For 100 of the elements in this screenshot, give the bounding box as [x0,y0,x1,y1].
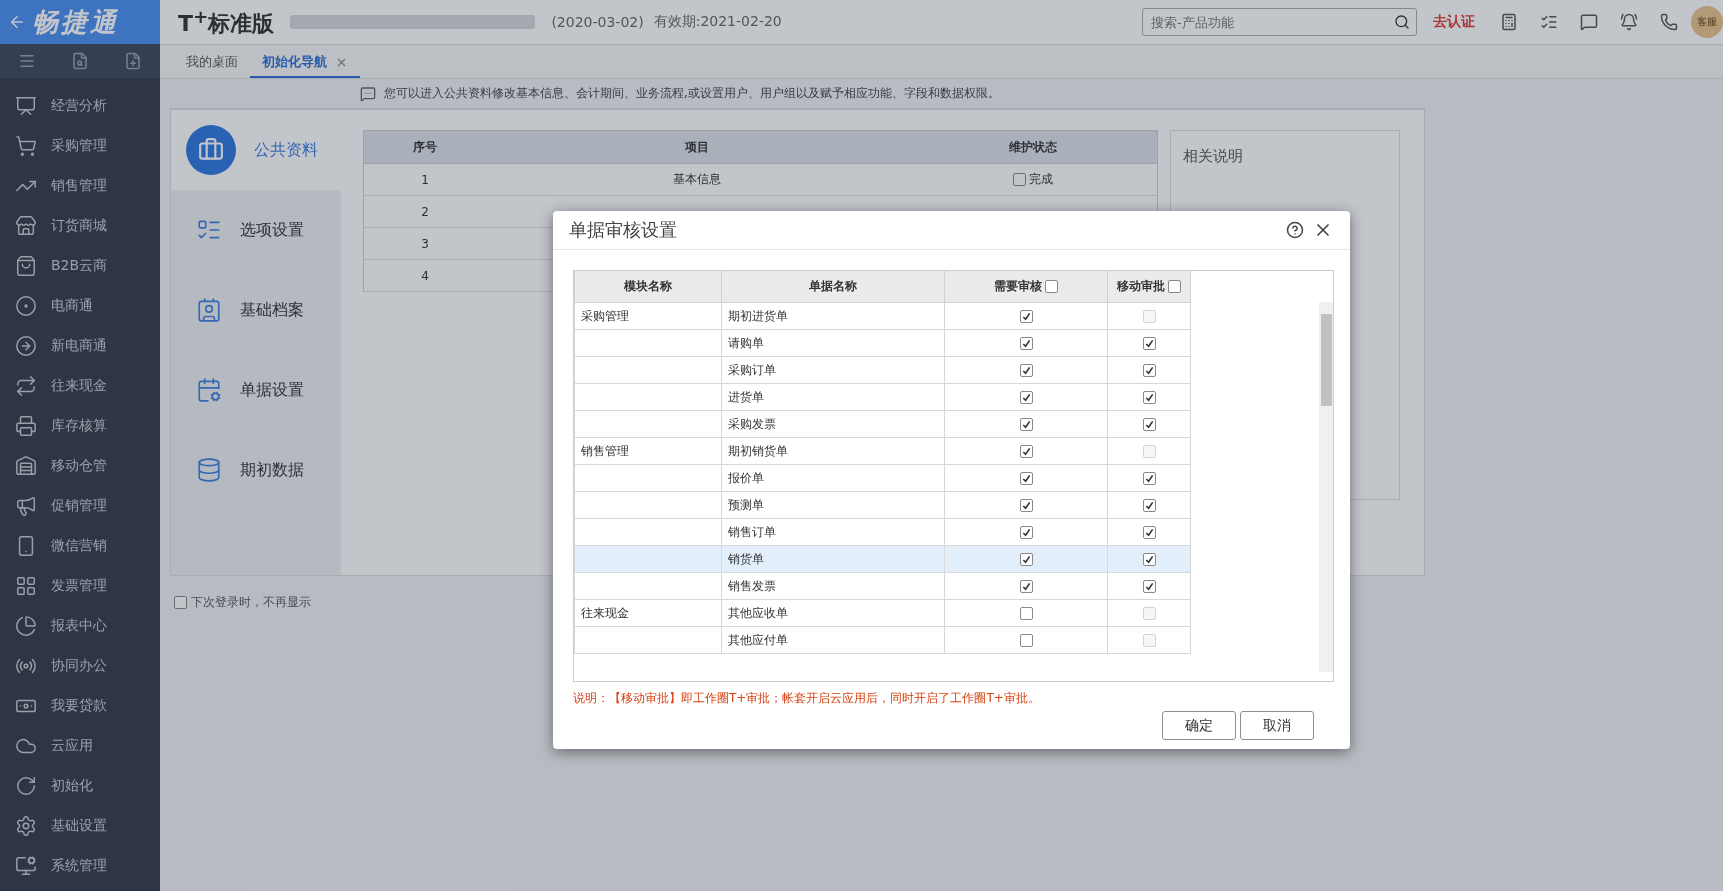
checkbox[interactable] [1168,280,1181,293]
checkbox-label: 下次登录时，不再显示 [191,594,311,611]
dialog-button[interactable]: 确定 [1162,711,1236,740]
status-text: 完成 [1028,170,1053,188]
sidebar-item[interactable]: 云应用 [0,726,160,766]
scrollbar[interactable] [1319,302,1333,672]
sidebar-item[interactable]: 销售管理 [0,166,160,206]
menu-icon[interactable] [17,52,36,70]
sidebar-item[interactable]: 库存核算 [0,406,160,446]
bell-icon[interactable] [1618,11,1640,33]
checkbox[interactable] [1142,499,1156,512]
grid-icon [15,575,37,597]
checkbox[interactable] [1019,391,1033,404]
table-cell: 报价单 [728,470,764,485]
checkbox[interactable] [1019,310,1033,323]
circle-icon [15,295,37,317]
checkbox[interactable] [1019,526,1033,539]
dialog-button[interactable]: 取消 [1240,711,1314,740]
checkbox[interactable] [1019,364,1033,377]
checkbox[interactable] [1142,553,1156,566]
panel-title: 相关说明 [1183,147,1243,165]
checkbox[interactable] [1142,337,1156,350]
settings-icon [15,815,37,837]
briefcase-icon [186,125,236,175]
checkbox[interactable] [1012,172,1026,186]
checkbox[interactable] [1019,337,1033,350]
monitor-code-icon [15,855,37,877]
tab[interactable]: 我的桌面 [174,48,250,78]
contact-card-icon [196,297,222,323]
sidebar-item[interactable]: B2B云商 [0,246,160,286]
logo-text: 畅捷通 [32,5,119,39]
nav-item[interactable]: 基础档案 [171,270,341,350]
checkbox[interactable] [1019,499,1033,512]
printer-icon [15,415,37,437]
tab[interactable]: 初始化导航 [250,48,360,78]
checkbox[interactable] [1142,364,1156,377]
sidebar-item[interactable]: 协同办公 [0,646,160,686]
column-header: 单据名称 [809,278,857,295]
sidebar-item[interactable]: 促销管理 [0,486,160,526]
table-cell: 其他应付单 [728,632,788,647]
table-cell: 期初销货单 [728,443,788,458]
sidebar-item[interactable]: 往来现金 [0,366,160,406]
table-cell: 进货单 [728,389,764,404]
checkbox[interactable] [1019,418,1033,431]
checkbox[interactable] [1019,580,1033,593]
sidebar-item[interactable]: 基础设置 [0,806,160,846]
checkbox[interactable] [1142,418,1156,431]
sidebar-item[interactable]: 我要贷款 [0,686,160,726]
checkbox[interactable] [1142,526,1156,539]
search-box[interactable]: 搜索-产品功能 [1142,8,1417,36]
document-search-icon[interactable] [71,52,89,70]
table-cell: 请购单 [728,335,764,350]
checkbox[interactable] [1019,607,1033,620]
table-cell: 采购订单 [728,362,776,377]
megaphone-icon [15,495,37,517]
sidebar-item[interactable]: 初始化 [0,766,160,806]
sidebar-item[interactable]: 采购管理 [0,126,160,166]
checkbox[interactable] [1142,580,1156,593]
presentation-icon [15,95,37,117]
sidebar-item[interactable]: 电商通 [0,286,160,326]
nav-item[interactable]: 公共资料 [171,110,341,190]
checkbox[interactable] [1019,634,1033,647]
nav-item[interactable]: 期初数据 [171,430,341,510]
service-badge[interactable]: 客服 [1691,6,1723,38]
sidebar-item[interactable]: 新电商通 [0,326,160,366]
certify-link[interactable]: 去认证 [1433,13,1475,31]
sidebar-item[interactable]: 经营分析 [0,86,160,126]
table-cell: 期初进货单 [728,308,788,323]
warehouse-icon [15,455,37,477]
phone-icon[interactable] [1658,11,1680,33]
checkbox[interactable] [1142,391,1156,404]
store-icon [15,215,37,237]
nav-item[interactable]: 选项设置 [171,190,341,270]
checkbox[interactable] [1142,472,1156,485]
sidebar-item[interactable]: 报表中心 [0,606,160,646]
checkbox[interactable] [1019,445,1033,458]
sidebar-item[interactable]: 系统管理 [0,846,160,886]
info-text: 您可以进入公共资料修改基本信息、会计期间、业务流程,或设置用户、用户组以及赋予相应功能、字段和数据权限。 [384,85,1000,102]
sidebar-item[interactable]: 发票管理 [0,566,160,606]
checkbox[interactable] [1019,472,1033,485]
checkbox[interactable] [1045,280,1058,293]
table-cell: 销售管理 [581,443,629,458]
table-cell: 基本信息 [486,163,908,196]
table-cell: 往来现金 [581,605,629,620]
document-add-icon[interactable] [124,52,143,70]
help-icon[interactable] [1284,219,1306,241]
checkbox[interactable] [174,596,187,609]
dialog-title: 单据审核设置 [569,218,678,242]
search-field[interactable]: 搜索-产品功能 [1149,13,1394,31]
sidebar-item[interactable]: 微信营销 [0,526,160,566]
column-header: 需要审核 [994,278,1042,295]
sidebar-item[interactable]: 移动仓管 [0,446,160,486]
column-header: 移动审批 [1117,278,1165,295]
checkbox[interactable] [1019,553,1033,566]
calendar-gear-icon [196,377,222,403]
table-cell: 2 [363,195,486,228]
sidebar-item[interactable]: 订货商城 [0,206,160,246]
column-header: 模块名称 [624,278,672,295]
nav-item[interactable]: 单据设置 [171,350,341,430]
table-cell: 4 [363,259,486,292]
